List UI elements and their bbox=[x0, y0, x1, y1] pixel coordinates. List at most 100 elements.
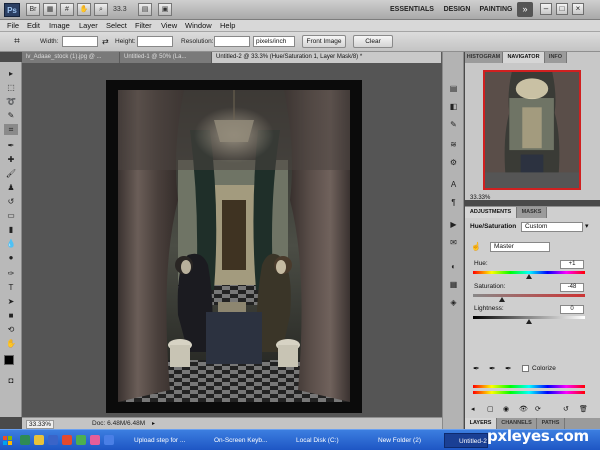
resolution-input[interactable] bbox=[214, 36, 250, 47]
preset-select[interactable]: Custom bbox=[521, 222, 583, 232]
actions-panel-icon[interactable]: ▶ bbox=[446, 218, 461, 231]
clip-to-layer-icon[interactable]: ◉ bbox=[503, 405, 509, 413]
paragraph-panel-icon[interactable]: ¶ bbox=[446, 196, 461, 209]
zoom-tool-icon[interactable]: ⌕ bbox=[94, 3, 108, 16]
3d-rotate-tool-icon[interactable]: ⟲ bbox=[4, 324, 18, 335]
menu-file[interactable]: File bbox=[7, 21, 19, 31]
menu-filter[interactable]: Filter bbox=[135, 21, 152, 31]
quicklaunch-icon-7[interactable] bbox=[104, 435, 114, 445]
colorize-checkbox[interactable] bbox=[522, 365, 529, 372]
taskbar-item-keyboard[interactable]: On-Screen Keyb... bbox=[200, 433, 274, 448]
menu-select[interactable]: Select bbox=[106, 21, 127, 31]
tab-navigator[interactable]: NAVIGATOR bbox=[503, 52, 545, 63]
eyedropper-icon[interactable]: ✒ bbox=[473, 364, 480, 373]
swap-icon[interactable]: ⇄ bbox=[102, 37, 109, 46]
healing-brush-tool-icon[interactable]: ✚ bbox=[4, 154, 18, 165]
screen-mode-icon[interactable]: ▣ bbox=[158, 3, 172, 16]
mini-bridge-icon[interactable]: ▦ bbox=[43, 3, 57, 16]
brush-tool-icon[interactable]: 🖌 bbox=[4, 168, 18, 179]
visibility-icon[interactable]: 👁 bbox=[519, 405, 528, 413]
menu-image[interactable]: Image bbox=[49, 21, 70, 31]
hue-value-input[interactable]: +1 bbox=[560, 260, 584, 269]
lightness-slider-thumb[interactable] bbox=[526, 319, 532, 324]
crop-tool-icon[interactable]: ⌗ bbox=[8, 35, 26, 48]
status-menu-arrow-icon[interactable]: ▸ bbox=[152, 420, 155, 427]
tab-stock-image[interactable]: lv_Adaae_stock (1).jpg @ ... bbox=[22, 52, 120, 63]
character-panel-icon[interactable]: A bbox=[446, 178, 461, 191]
pen-tool-icon[interactable]: ✑ bbox=[4, 268, 18, 279]
bridge-icon[interactable]: Br bbox=[26, 3, 40, 16]
move-tool-icon[interactable]: ▸ bbox=[4, 68, 18, 79]
menu-layer[interactable]: Layer bbox=[79, 21, 98, 31]
tab-untitled-1[interactable]: Untitled-1 @ 50% (La... bbox=[120, 52, 212, 63]
quicklaunch-icon-6[interactable] bbox=[90, 435, 100, 445]
eraser-tool-icon[interactable]: ▭ bbox=[4, 210, 18, 221]
delete-adjustment-icon[interactable]: 🗑 bbox=[579, 405, 588, 413]
maximize-button[interactable]: □ bbox=[556, 3, 568, 15]
layers-panel-icon[interactable]: ▤ bbox=[446, 82, 461, 95]
resolution-unit-select[interactable]: pixels/inch bbox=[253, 36, 295, 47]
saturation-value-input[interactable]: -48 bbox=[560, 283, 584, 292]
marquee-tool-icon[interactable]: ⬚ bbox=[4, 82, 18, 93]
clone-source-panel-icon[interactable]: ⚙ bbox=[446, 156, 461, 169]
tab-untitled-2[interactable]: Untitled-2 @ 33.3% (Hue/Saturation 1, La… bbox=[212, 52, 442, 63]
zoom-level[interactable]: 33.3 bbox=[113, 4, 135, 16]
tab-histogram[interactable]: HISTOGRAM bbox=[465, 52, 503, 63]
quick-selection-tool-icon[interactable]: ✎ bbox=[4, 110, 18, 121]
styles-panel-icon[interactable]: ◈ bbox=[446, 296, 461, 309]
lasso-tool-icon[interactable]: ➰ bbox=[4, 96, 18, 107]
status-zoom-field[interactable]: 33.33% bbox=[26, 420, 54, 429]
color-panel-icon[interactable]: ◐ bbox=[446, 260, 461, 273]
quicklaunch-icon-1[interactable] bbox=[20, 435, 30, 445]
history-brush-tool-icon[interactable]: ↺ bbox=[4, 196, 18, 207]
quick-mask-icon[interactable]: ◘ bbox=[4, 375, 18, 386]
blur-tool-icon[interactable]: 💧 bbox=[4, 238, 18, 249]
channels-panel-icon[interactable]: ◧ bbox=[446, 100, 461, 113]
menu-view[interactable]: View bbox=[161, 21, 177, 31]
quicklaunch-icon-4[interactable] bbox=[62, 435, 72, 445]
targeted-adjustment-icon[interactable]: ☝ bbox=[471, 242, 481, 251]
width-input[interactable] bbox=[62, 36, 98, 47]
swatches-panel-icon[interactable]: ▦ bbox=[446, 278, 461, 291]
lightness-value-input[interactable]: 0 bbox=[560, 305, 584, 314]
tab-info[interactable]: INFO bbox=[545, 52, 567, 63]
front-image-button[interactable]: Front Image bbox=[302, 35, 346, 48]
arrange-documents-icon[interactable]: ▤ bbox=[138, 3, 152, 16]
clone-stamp-tool-icon[interactable]: ♟ bbox=[4, 182, 18, 193]
dodge-tool-icon[interactable]: ● bbox=[4, 252, 18, 263]
menu-window[interactable]: Window bbox=[185, 21, 212, 31]
hand-icon[interactable]: ✋ bbox=[77, 3, 91, 16]
type-tool-icon[interactable]: T bbox=[4, 282, 18, 293]
tab-adjustments[interactable]: ADJUSTMENTS bbox=[465, 207, 517, 218]
tab-masks[interactable]: MASKS bbox=[517, 207, 547, 218]
gradient-tool-icon[interactable]: ▮ bbox=[4, 224, 18, 235]
hue-slider-thumb[interactable] bbox=[526, 274, 532, 279]
expanded-view-icon[interactable]: ▢ bbox=[487, 405, 494, 413]
more-workspaces-button[interactable]: » bbox=[517, 2, 533, 17]
notes-panel-icon[interactable]: ✉ bbox=[446, 236, 461, 249]
start-button[interactable] bbox=[2, 432, 14, 449]
menu-edit[interactable]: Edit bbox=[27, 21, 40, 31]
height-input[interactable] bbox=[137, 36, 173, 47]
minimize-button[interactable]: – bbox=[540, 3, 552, 15]
eyedropper-minus-icon[interactable]: ✒ bbox=[505, 364, 512, 373]
channel-select[interactable]: Master bbox=[490, 242, 550, 252]
grid-icon[interactable]: # bbox=[60, 3, 74, 16]
taskbar-item-local-disk[interactable]: Local Disk (C:) bbox=[282, 433, 356, 448]
return-to-list-icon[interactable]: ◂ bbox=[471, 405, 475, 413]
taskbar-item-photoshop[interactable]: Untitled-2 bbox=[444, 433, 488, 448]
hand-tool-icon[interactable]: ✋ bbox=[4, 338, 18, 349]
navigator-zoom-value[interactable]: 33.33% bbox=[470, 195, 490, 201]
brush-panel-icon[interactable]: ≋ bbox=[446, 138, 461, 151]
shape-tool-icon[interactable]: ■ bbox=[4, 310, 18, 321]
close-button[interactable]: × bbox=[572, 3, 584, 15]
workspace-essentials[interactable]: ESSENTIALS bbox=[388, 2, 436, 17]
artwork-image[interactable] bbox=[118, 90, 350, 402]
eyedropper-tool-icon[interactable]: ✒ bbox=[4, 140, 18, 151]
quicklaunch-icon-2[interactable] bbox=[34, 435, 44, 445]
quicklaunch-icon-5[interactable] bbox=[76, 435, 86, 445]
clear-button[interactable]: Clear bbox=[353, 35, 393, 48]
menu-help[interactable]: Help bbox=[220, 21, 235, 31]
view-previous-state-icon[interactable]: ⟳ bbox=[535, 405, 541, 413]
path-selection-tool-icon[interactable]: ➤ bbox=[4, 296, 18, 307]
